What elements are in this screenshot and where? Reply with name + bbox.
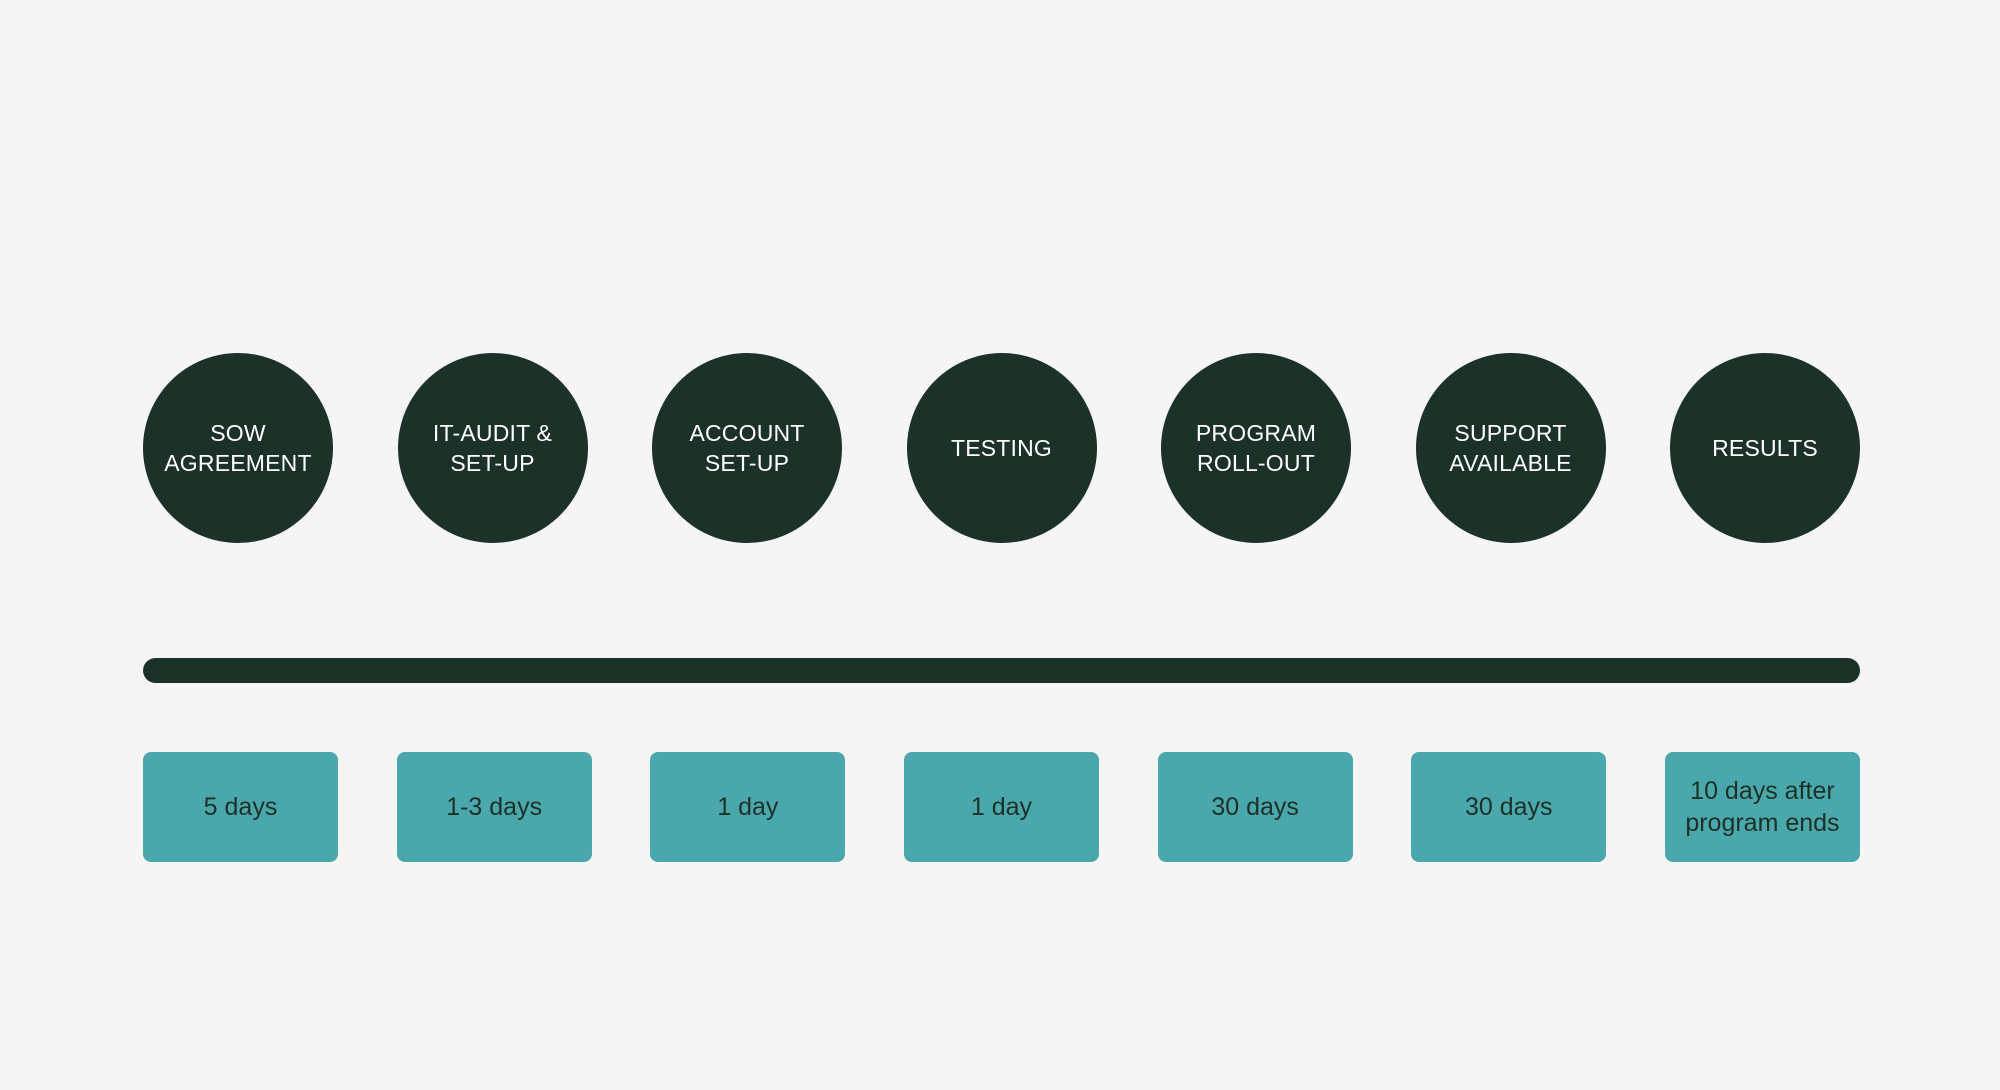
duration-label-3: 1 day xyxy=(717,792,779,821)
stage-circle-6[interactable]: SUPPORT AVAILABLE xyxy=(1415,353,1606,543)
stage-circle-label-1: SOW AGREEMENT xyxy=(164,419,312,476)
duration-label-7: 10 days after program ends xyxy=(1685,776,1840,838)
stage-circle-2[interactable]: IT-AUDIT & SET-UP xyxy=(397,353,588,543)
duration-box-7[interactable]: 10 days after program ends xyxy=(1664,752,1860,862)
stage-circle-row: SOW AGREEMENT IT-AUDIT & SET-UP ACCOUNT … xyxy=(143,353,1860,543)
duration-box-5[interactable]: 30 days xyxy=(1157,752,1353,862)
duration-box-4[interactable]: 1 day xyxy=(903,752,1099,862)
stage-circle-1[interactable]: SOW AGREEMENT xyxy=(143,353,333,543)
stage-circle-label-3: ACCOUNT SET-UP xyxy=(689,419,805,476)
duration-label-6: 30 days xyxy=(1465,792,1553,821)
stage-circle-label-7: RESULTS xyxy=(1712,434,1818,461)
duration-label-5: 30 days xyxy=(1211,792,1299,821)
duration-box-row: 5 days 1-3 days 1 day 1 day 30 days 30 d… xyxy=(143,752,1860,862)
duration-box-2[interactable]: 1-3 days xyxy=(396,752,592,862)
timeline-bar xyxy=(143,658,1860,683)
stage-circle-label-6: SUPPORT AVAILABLE xyxy=(1449,419,1572,476)
stage-circle-label-2: IT-AUDIT & SET-UP xyxy=(432,419,553,476)
duration-label-4: 1 day xyxy=(970,792,1033,821)
stage-circle-7[interactable]: RESULTS xyxy=(1670,353,1860,543)
duration-box-6[interactable]: 30 days xyxy=(1411,752,1607,862)
stage-circle-label-5: PROGRAM ROLL-OUT xyxy=(1195,419,1317,476)
stage-circle-label-4: TESTING xyxy=(950,434,1053,461)
stage-circle-5[interactable]: PROGRAM ROLL-OUT xyxy=(1161,353,1351,543)
duration-box-3[interactable]: 1 day xyxy=(650,752,846,862)
duration-label-2: 1-3 days xyxy=(446,792,543,821)
process-timeline-diagram: SOW AGREEMENT IT-AUDIT & SET-UP ACCOUNT … xyxy=(0,0,2000,1090)
stage-circle-4[interactable]: TESTING xyxy=(906,353,1097,543)
stage-circle-3[interactable]: ACCOUNT SET-UP xyxy=(652,353,842,543)
duration-label-1: 5 days xyxy=(203,792,278,821)
duration-box-1[interactable]: 5 days xyxy=(143,752,338,862)
